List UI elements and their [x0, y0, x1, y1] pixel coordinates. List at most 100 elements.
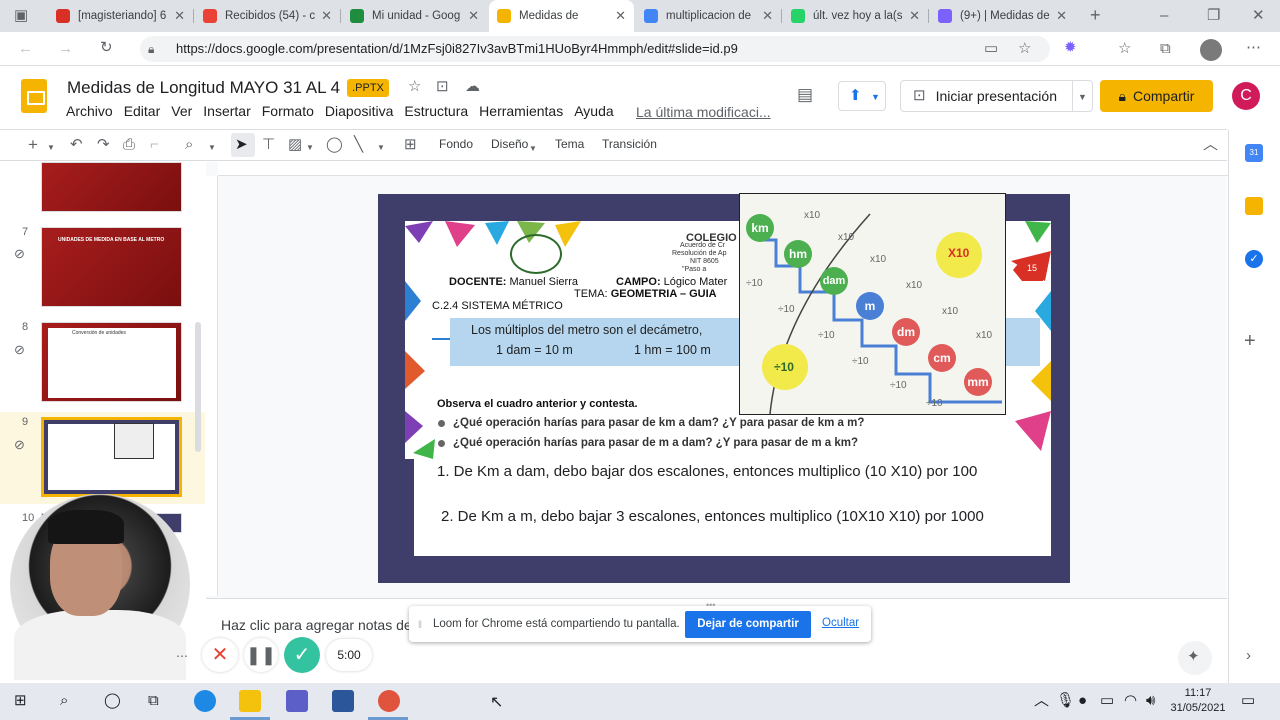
comment-add-icon[interactable]: ⊞ [404, 137, 417, 153]
layout-button[interactable]: Diseño [491, 137, 528, 151]
cloud-status-icon[interactable]: ☁ [465, 79, 480, 95]
pause-recording-icon[interactable]: ❚❚ [244, 638, 278, 672]
vertical-ruler[interactable] [206, 176, 218, 596]
print-icon[interactable]: ⎙ [123, 137, 135, 153]
document-title[interactable]: Medidas de Longitud MAYO 31 AL 4 [67, 78, 340, 98]
text-box-icon[interactable]: ⊤ [262, 137, 275, 153]
tab-actions-icon[interactable]: ▣ [14, 8, 28, 24]
transition-button[interactable]: Transición [602, 137, 657, 151]
answer-1[interactable]: 1. De Km a dam, debo bajar dos escalones… [437, 463, 977, 480]
close-tab-icon[interactable]: ✕ [321, 8, 332, 24]
lock-icon[interactable]: 🔒︎ [148, 41, 154, 57]
task-view-icon[interactable]: ⧉ [148, 693, 159, 709]
slide-thumbnail-9[interactable] [41, 417, 182, 497]
profile-avatar[interactable] [1200, 39, 1222, 61]
menu-diapositiva[interactable]: Diapositiva [325, 103, 393, 119]
start-icon[interactable]: ⊞ [14, 693, 27, 709]
more-options-icon[interactable]: ⋯ [176, 648, 188, 664]
background-button[interactable]: Fondo [439, 137, 473, 151]
move-folder-icon[interactable]: ⊡ [436, 79, 449, 95]
slide-thumbnail-8[interactable]: Conversión de unidades [41, 322, 182, 402]
close-tab-icon[interactable]: ✕ [1056, 8, 1067, 24]
tray-chevron-icon[interactable]: ︿ [1034, 693, 1049, 709]
cancel-recording-icon[interactable]: ✕ [202, 638, 238, 672]
stop-sharing-button[interactable]: Dejar de compartir [685, 611, 811, 638]
expand-panel-icon[interactable]: › [1246, 648, 1251, 664]
microphone-icon[interactable]: 🎙︎ [1056, 693, 1075, 709]
drag-handle-icon[interactable]: ‖ [418, 618, 422, 634]
search-icon[interactable]: ⌕ [60, 693, 68, 709]
share-button[interactable]: 🔒︎ Compartir [1100, 80, 1213, 112]
last-modified-link[interactable]: La última modificaci... [636, 104, 771, 120]
chevron-down-icon[interactable]: ▼ [377, 140, 385, 156]
browser-tab[interactable]: [magisteriando] 6 ✕ [48, 0, 193, 32]
volume-icon[interactable]: 🔊︎ [1146, 693, 1155, 709]
slide-thumbnail-7[interactable]: UNIDADES DE MEDIDA EN BASE AL METRO [41, 227, 182, 307]
new-tab-icon[interactable]: + [1090, 6, 1101, 24]
finish-recording-icon[interactable]: ✓ [284, 637, 320, 673]
metric-stairs-image[interactable]: km hm dam m dm cm mm x10 x10 x10 x10 x10… [739, 193, 1006, 415]
favorites-icon[interactable]: ☆ [1118, 41, 1131, 57]
user-avatar[interactable]: C [1232, 82, 1260, 110]
new-slide-icon[interactable]: + [28, 136, 38, 153]
browser-tab[interactable]: últ. vez hoy a la(s ✕ [783, 0, 928, 32]
shape-icon[interactable]: ◯ [326, 137, 343, 153]
extension-icon[interactable]: ✹ [1064, 40, 1077, 56]
horizontal-ruler[interactable] [218, 162, 1228, 176]
camera-icon[interactable]: ▭ [984, 41, 998, 57]
browser-tab[interactable]: (9+) | Medidas de ✕ [930, 0, 1075, 32]
close-tab-icon[interactable]: ✕ [615, 8, 626, 24]
theme-button[interactable]: Tema [555, 137, 584, 151]
back-icon[interactable]: ← [18, 41, 33, 57]
collapse-toolbar-icon[interactable]: ︿ [1203, 137, 1218, 153]
zoom-icon[interactable]: ⌕ [185, 137, 193, 153]
browser-tab[interactable]: Recibidos (54) - c ✕ [195, 0, 340, 32]
filmstrip-scrollbar[interactable] [195, 322, 201, 452]
reload-icon[interactable]: ↻ [100, 40, 113, 56]
line-icon[interactable]: ╲ [354, 137, 363, 153]
slide-thumbnail-6[interactable] [41, 162, 182, 212]
close-tab-icon[interactable]: ✕ [909, 8, 920, 24]
menu-archivo[interactable]: Archivo [66, 103, 113, 119]
redo-icon[interactable]: ↷ [97, 137, 110, 153]
image-icon[interactable]: ▨ [288, 137, 302, 153]
edge-icon[interactable] [194, 690, 216, 712]
mic-active-icon[interactable]: ● [1078, 693, 1087, 709]
calendar-icon[interactable]: 31 [1245, 144, 1263, 162]
menu-ayuda[interactable]: Ayuda [574, 103, 613, 119]
menu-editar[interactable]: Editar [124, 103, 161, 119]
notes-placeholder[interactable]: Haz clic para agregar notas de [221, 617, 412, 633]
chevron-down-icon[interactable]: ▼ [208, 140, 216, 156]
comments-icon[interactable]: ▤ [797, 86, 813, 103]
menu-formato[interactable]: Formato [262, 103, 314, 119]
slides-logo-icon[interactable] [21, 79, 47, 113]
forward-icon[interactable]: → [58, 41, 73, 57]
recorder-app-icon[interactable] [378, 690, 400, 712]
paint-format-icon[interactable]: ⌐ [150, 137, 159, 153]
close-window-icon[interactable]: ✕ [1252, 8, 1265, 24]
hide-banner-link[interactable]: Ocultar [822, 617, 859, 629]
undo-icon[interactable]: ↶ [70, 137, 83, 153]
maximize-icon[interactable]: ❐ [1207, 8, 1220, 24]
close-tab-icon[interactable]: ✕ [762, 8, 773, 24]
chevron-down-icon[interactable]: ▼ [1078, 89, 1087, 105]
browser-tab[interactable]: multiplicacion de ✕ [636, 0, 781, 32]
collections-icon[interactable]: ⧉ [1160, 41, 1171, 57]
menu-insertar[interactable]: Insertar [203, 103, 250, 119]
word-icon[interactable] [332, 690, 354, 712]
explore-button[interactable]: ✦ [1178, 641, 1212, 675]
browser-tab[interactable]: Mi unidad - Goog ✕ [342, 0, 487, 32]
chevron-down-icon[interactable]: ▼ [47, 140, 55, 156]
file-explorer-icon[interactable] [239, 690, 261, 712]
url-text[interactable]: https://docs.google.com/presentation/d/1… [176, 41, 738, 56]
chevron-down-icon[interactable]: ▼ [529, 141, 537, 157]
close-tab-icon[interactable]: ✕ [174, 8, 185, 24]
present-meet-button[interactable]: ⬆ ▼ [838, 81, 886, 111]
more-menu-icon[interactable]: ⋯ [1246, 40, 1261, 56]
menu-estructura[interactable]: Estructura [404, 103, 468, 119]
chevron-down-icon[interactable]: ▼ [306, 140, 314, 156]
minimize-icon[interactable]: – [1160, 8, 1168, 24]
close-tab-icon[interactable]: ✕ [468, 8, 479, 24]
cortana-icon[interactable]: ◯ [104, 693, 121, 709]
browser-tab[interactable]: Medidas de ✕ [489, 0, 634, 32]
